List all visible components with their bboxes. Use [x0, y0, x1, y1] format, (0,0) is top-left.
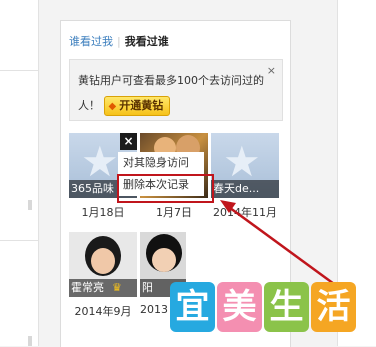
watermark-logo: 宜 美 生 活: [170, 282, 358, 332]
watermark-char: 活: [311, 282, 356, 332]
watermark-char: 美: [217, 282, 262, 332]
watermark-char: 生: [264, 282, 309, 332]
watermark-char: 宜: [170, 282, 215, 332]
